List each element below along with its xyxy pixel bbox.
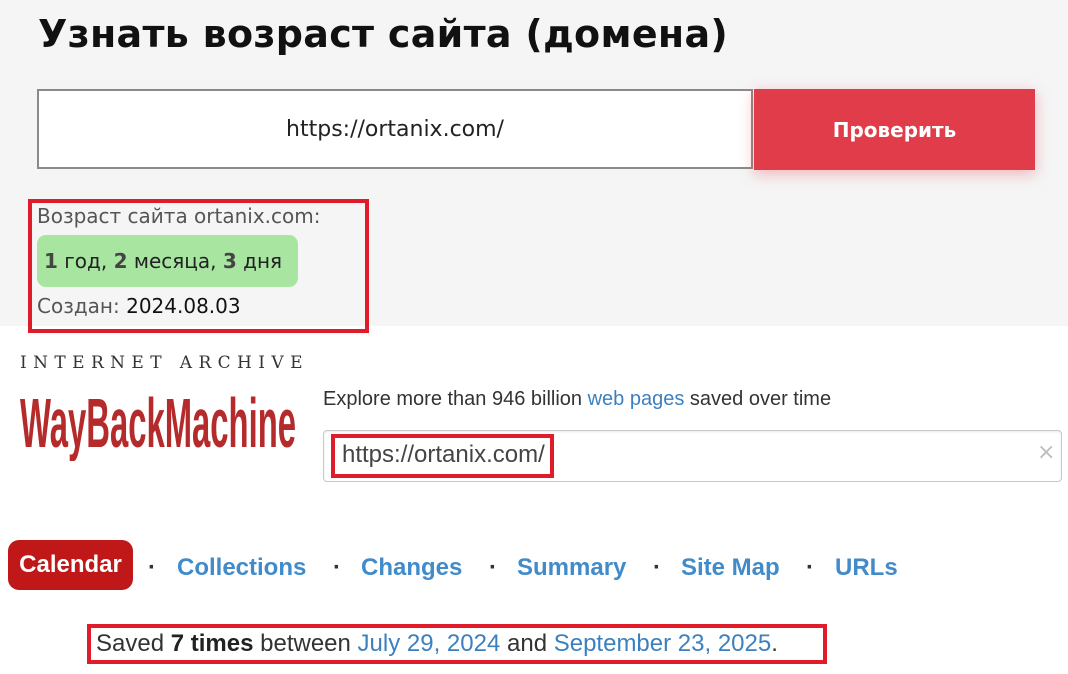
tab-changes[interactable]: Changes xyxy=(361,554,462,582)
tab-site-map[interactable]: Site Map xyxy=(681,554,780,582)
page-title: Узнать возраст сайта (домена) xyxy=(38,12,729,56)
tab-summary[interactable]: Summary xyxy=(517,554,626,582)
domain-input[interactable]: https://ortanix.com/ xyxy=(37,89,753,169)
tab-separator: · xyxy=(489,554,497,581)
tab-separator: · xyxy=(806,554,814,581)
tab-collections[interactable]: Collections xyxy=(177,554,306,582)
age-result-highlight xyxy=(28,199,369,333)
tab-calendar[interactable]: Calendar xyxy=(8,540,133,590)
check-button[interactable]: Проверить xyxy=(754,89,1035,170)
wayback-machine-wordmark: WayBackMachine xyxy=(20,384,296,461)
tab-urls[interactable]: URLs xyxy=(835,554,898,582)
saved-summary-highlight xyxy=(87,624,827,664)
tab-separator: · xyxy=(653,554,661,581)
close-icon[interactable]: × xyxy=(1037,440,1055,465)
internet-archive-label: INTERNET ARCHIVE xyxy=(20,353,309,373)
wayback-tabs: Calendar · Collections · Changes · Summa… xyxy=(0,540,1068,592)
wayback-logo[interactable]: INTERNET ARCHIVE WayBackMachine xyxy=(20,353,309,463)
search-url-highlight xyxy=(331,434,554,478)
tab-separator: · xyxy=(333,554,341,581)
domain-input-value: https://ortanix.com/ xyxy=(286,116,504,142)
web-pages-link[interactable]: web pages xyxy=(588,388,685,410)
explore-text: Explore more than 946 billion web pages … xyxy=(323,388,832,410)
tab-separator: · xyxy=(148,554,156,581)
